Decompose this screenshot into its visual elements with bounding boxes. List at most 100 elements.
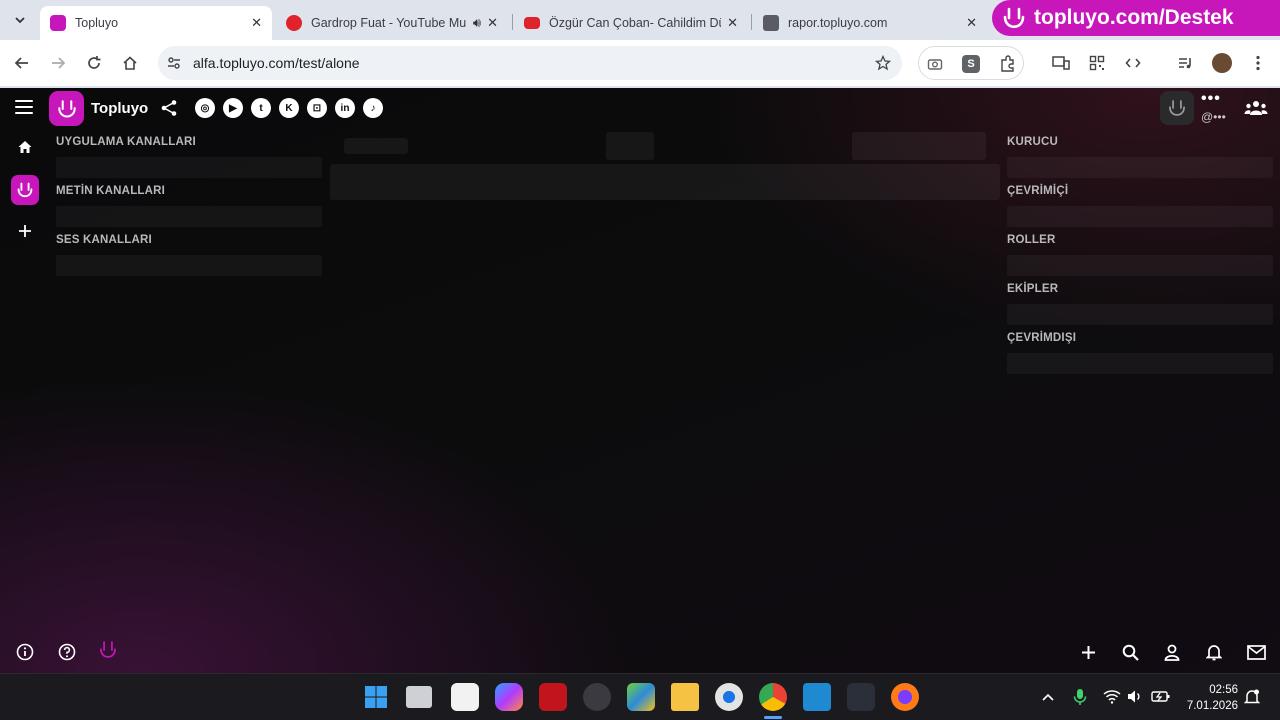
camera-icon[interactable] [927, 56, 943, 72]
app-header: Topluyo ◎ ▶ t K ⊡ in ♪ ••• @••• [0, 88, 1280, 130]
share-icon[interactable] [160, 99, 178, 117]
close-tab-icon[interactable]: ✕ [966, 15, 977, 31]
linkedin-icon[interactable]: in [335, 98, 355, 118]
chrome-alt-icon[interactable] [715, 683, 743, 711]
twitch-icon[interactable]: ⊡ [307, 98, 327, 118]
queue-music-icon [1179, 58, 1191, 69]
home-button[interactable] [118, 51, 142, 75]
unity-icon[interactable] [583, 683, 611, 711]
close-tab-icon[interactable]: ✕ [487, 15, 498, 31]
members-icon[interactable] [1244, 100, 1268, 116]
address-bar[interactable]: alfa.topluyo.com/test/alone [158, 46, 902, 80]
site-info-icon[interactable] [166, 55, 182, 71]
start-button[interactable] [362, 683, 390, 711]
user-avatar[interactable] [1160, 91, 1194, 125]
topluyo-logo-icon [1169, 100, 1185, 116]
tab-topluyo[interactable]: Topluyo ✕ [40, 6, 272, 40]
ms-store-icon[interactable] [451, 683, 479, 711]
channel-placeholder [56, 206, 322, 227]
instagram-icon[interactable]: ◎ [195, 98, 215, 118]
copilot-icon[interactable] [495, 683, 523, 711]
extension-s-icon[interactable]: S [962, 55, 980, 73]
tab-separator [512, 14, 513, 30]
create-button[interactable] [1077, 641, 1099, 663]
tab-youtube-music[interactable]: Gardrop Fuat - YouTube Mu 🔊︎ ✕ [276, 6, 508, 40]
info-icon [16, 643, 34, 661]
windows-icon [365, 686, 387, 708]
bluestacks-icon[interactable] [627, 683, 655, 711]
profile-avatar [1212, 53, 1232, 73]
youtube-icon[interactable]: ▶ [223, 98, 243, 118]
chevron-up-icon[interactable] [1041, 690, 1055, 704]
notifications-button[interactable] [1203, 641, 1225, 663]
close-tab-icon[interactable]: ✕ [727, 15, 738, 31]
volume-icon[interactable] [1127, 689, 1143, 704]
close-tab-icon[interactable]: ✕ [251, 15, 262, 31]
home-icon [123, 56, 137, 70]
star-icon[interactable] [875, 55, 891, 71]
tab-rapor[interactable]: rapor.topluyo.com ✕ [753, 6, 987, 40]
messages-button[interactable] [1245, 641, 1267, 663]
reload-button[interactable] [82, 51, 106, 75]
menu-button[interactable] [15, 100, 33, 114]
firefox-icon[interactable] [891, 683, 919, 711]
puzzle-icon[interactable] [999, 55, 1017, 73]
member-placeholder [1007, 206, 1273, 227]
twitter-icon[interactable]: t [251, 98, 271, 118]
extensions-group: S [918, 46, 1024, 80]
channel-placeholder [56, 157, 322, 178]
cast-button[interactable] [1049, 51, 1073, 75]
channel-placeholder [56, 255, 322, 276]
rail-topluyo-server[interactable] [9, 174, 41, 206]
tab-title: rapor.topluyo.com [788, 16, 888, 30]
kick-icon[interactable]: K [279, 98, 299, 118]
vscode-icon[interactable] [803, 683, 831, 711]
qr-code-icon [1089, 55, 1105, 71]
promo-banner: topluyo.com/Destek [992, 0, 1280, 36]
rail-add-server[interactable] [9, 215, 41, 247]
file-explorer-icon[interactable] [671, 683, 699, 711]
reload-icon [88, 56, 101, 69]
profile-button[interactable] [1161, 641, 1183, 663]
chrome-icon[interactable] [759, 683, 787, 711]
rail-home[interactable] [9, 131, 41, 163]
devtools-button[interactable] [1121, 51, 1145, 75]
topluyo-home-button[interactable] [97, 639, 119, 661]
media-controls-button[interactable] [1173, 51, 1197, 75]
profile-button[interactable] [1210, 51, 1234, 75]
section-app-channels: UYGULAMA KANALLARI [56, 136, 196, 148]
microphone-icon[interactable] [1073, 688, 1087, 706]
server-icon [11, 175, 39, 205]
chrome-menu-button[interactable] [1246, 51, 1270, 75]
back-button[interactable] [10, 51, 34, 75]
notification-center-icon[interactable] [1244, 688, 1260, 706]
section-roles: ROLLER [1007, 234, 1056, 246]
clock-date: 7.01.2026 [1186, 700, 1238, 712]
help-button[interactable] [56, 641, 78, 663]
tiktok-icon[interactable]: ♪ [363, 98, 383, 118]
amd-software-icon[interactable] [539, 683, 567, 711]
battery-icon[interactable] [1151, 689, 1171, 704]
installer-icon[interactable] [847, 683, 875, 711]
tab-search-button[interactable] [8, 8, 32, 32]
plus-icon [19, 225, 31, 237]
wifi-icon[interactable] [1103, 689, 1121, 704]
devices-icon [1052, 56, 1070, 70]
forward-button[interactable] [46, 51, 70, 75]
member-placeholder [1007, 255, 1273, 276]
brand-logo[interactable] [49, 91, 84, 126]
more-vertical-icon [1256, 55, 1260, 71]
tab-youtube-video[interactable]: Özgür Can Çoban- Cahildim Dü ✕ [514, 6, 748, 40]
tab-separator [751, 14, 752, 30]
speaker-icon[interactable]: 🔊︎ [473, 15, 481, 31]
task-view-icon[interactable] [406, 686, 432, 708]
promo-text: topluyo.com/Destek [1034, 6, 1234, 29]
search-button[interactable] [1119, 641, 1141, 663]
clock[interactable]: 02:56 7.01.2026 [1186, 682, 1238, 714]
help-icon [58, 643, 76, 661]
info-button[interactable] [14, 641, 36, 663]
qr-button[interactable] [1085, 51, 1109, 75]
url-text[interactable]: alfa.topluyo.com/test/alone [193, 55, 360, 71]
topluyo-logo-icon [17, 182, 33, 198]
user-icon [1164, 644, 1180, 661]
